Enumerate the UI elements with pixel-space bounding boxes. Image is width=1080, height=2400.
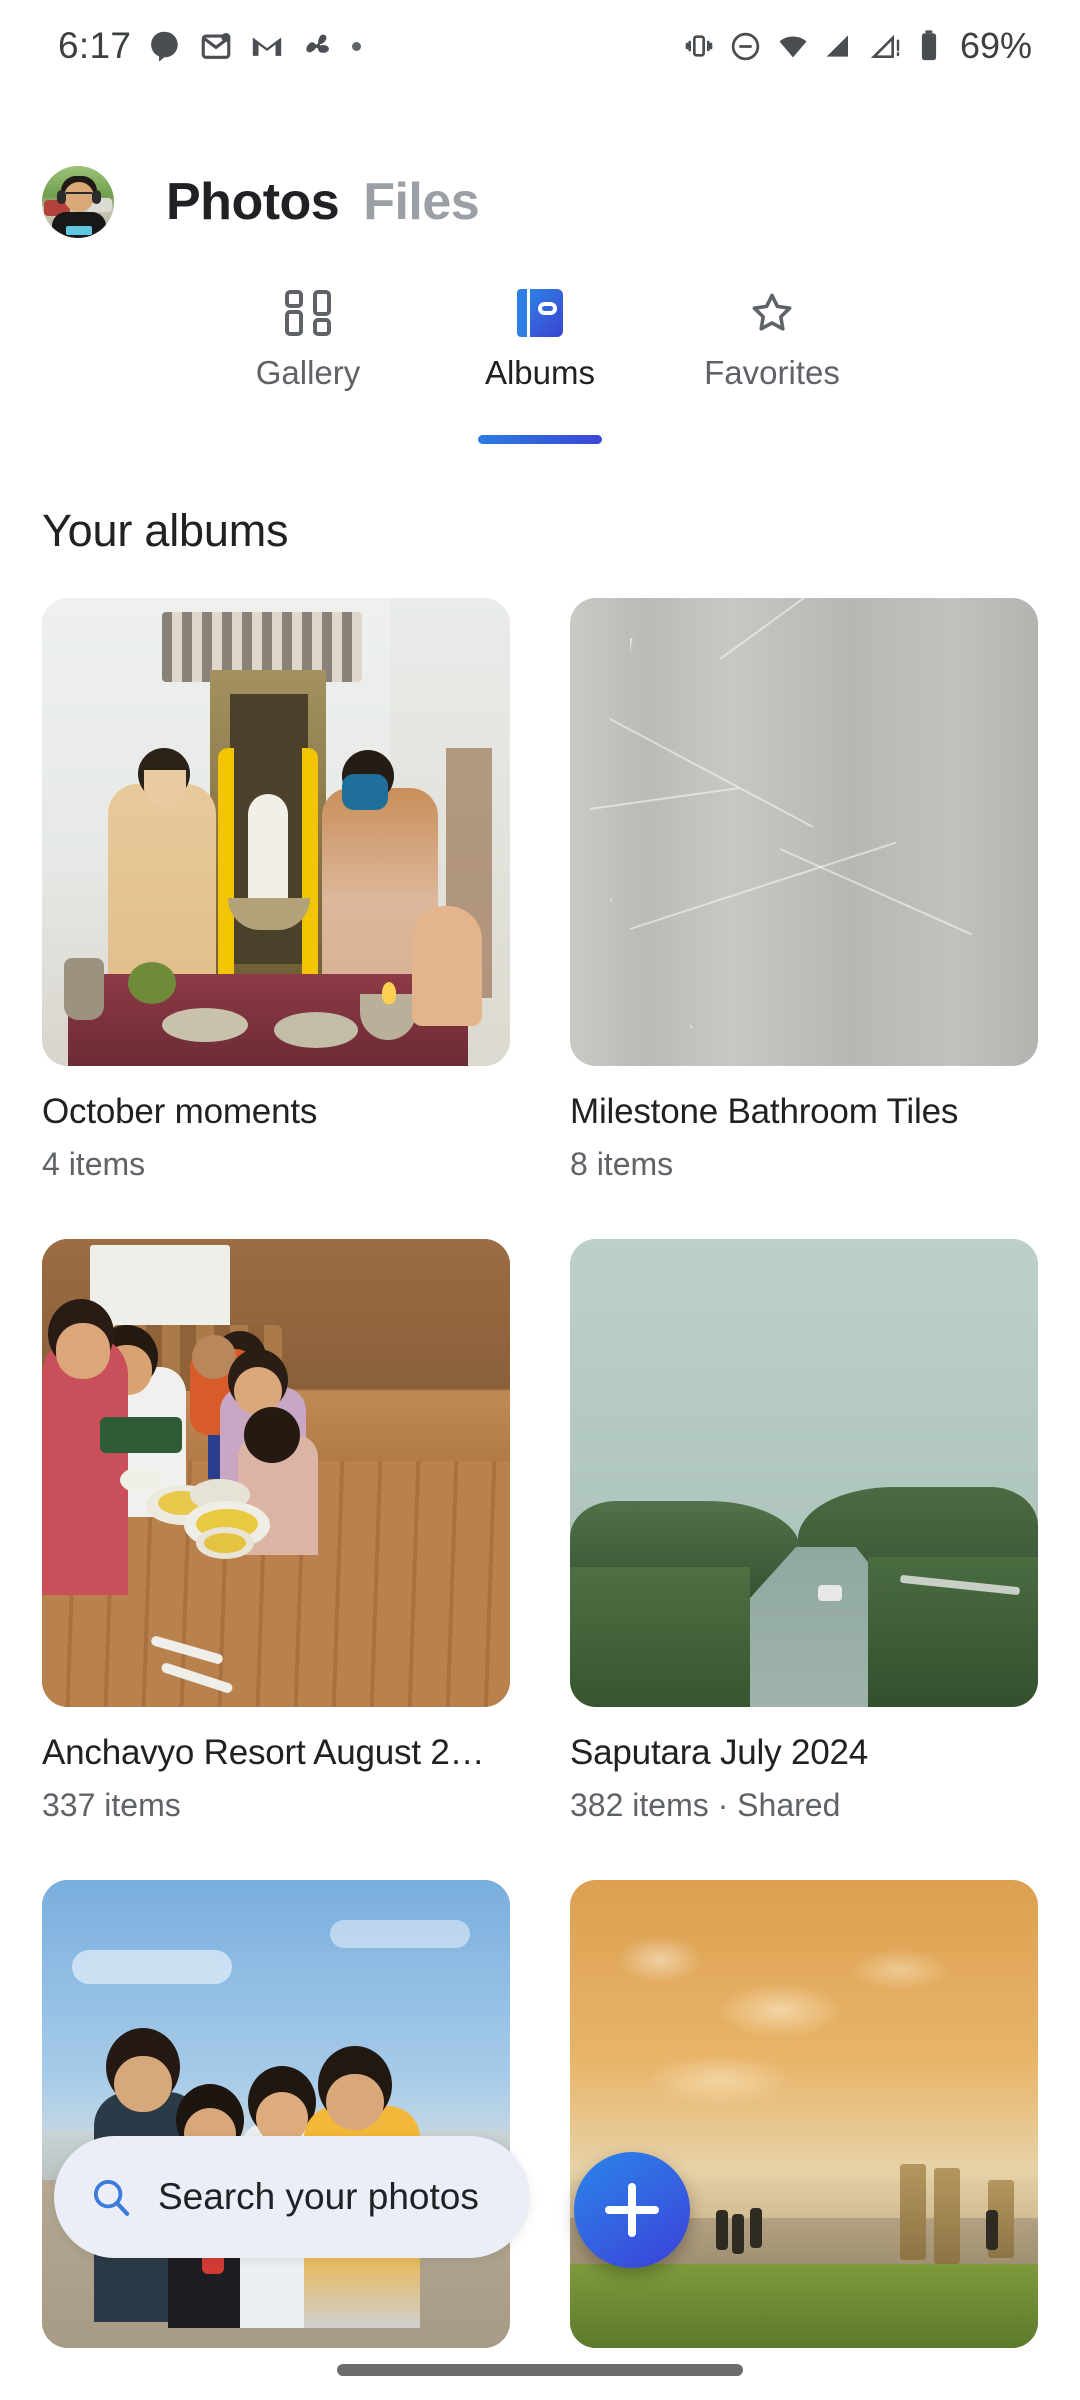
- app-header: Photos Files: [0, 150, 1080, 254]
- album-book-icon: [517, 284, 563, 342]
- album-card[interactable]: [42, 1880, 510, 2348]
- status-bar: 6:17 69%: [0, 0, 1080, 92]
- album-title: Milestone Bathroom Tiles: [570, 1092, 959, 1131]
- battery-icon: [916, 29, 942, 63]
- tab-gallery[interactable]: Gallery: [192, 284, 424, 434]
- misty-green-road-photo: [570, 1239, 1038, 1707]
- battery-percent: 69%: [959, 25, 1032, 66]
- wifi-icon: [776, 29, 810, 63]
- album-thumbnail[interactable]: [570, 598, 1038, 1066]
- search-icon: [88, 2174, 134, 2220]
- plus-icon-vertical: [628, 2183, 636, 2237]
- add-button[interactable]: [574, 2152, 690, 2268]
- album-title: Saputara July 2024: [570, 1733, 869, 1772]
- chat-bubble-icon: [148, 29, 182, 63]
- album-subtitle: 337 items: [42, 1787, 181, 1823]
- signal-off-icon: [870, 30, 902, 62]
- row-spacer: [570, 1183, 1038, 1239]
- mail-open-icon: [199, 29, 233, 63]
- search-input[interactable]: Search your photos: [54, 2136, 530, 2258]
- family-dining-table-photo: [42, 1239, 510, 1707]
- album-thumbnail[interactable]: [570, 1239, 1038, 1707]
- album-title: October moments: [42, 1092, 318, 1131]
- album-thumbnail[interactable]: [42, 1239, 510, 1707]
- tab-favorites[interactable]: Favorites: [656, 284, 888, 434]
- album-card[interactable]: Anchavyo Resort August 2… 337 items: [42, 1239, 510, 1824]
- pinwheel-icon: [301, 29, 335, 63]
- album-card[interactable]: Saputara July 2024 382 items · Shared: [570, 1239, 1038, 1824]
- do-not-disturb-icon: [729, 30, 762, 63]
- active-tab-indicator: [478, 435, 602, 444]
- album-card[interactable]: Milestone Bathroom Tiles 8 items: [570, 598, 1038, 1183]
- tab-albums[interactable]: Albums: [424, 284, 656, 444]
- gesture-nav-bar[interactable]: [337, 2364, 743, 2376]
- puja-ceremony-photo: [42, 598, 510, 1066]
- row-spacer: [570, 1824, 1038, 1880]
- row-spacer: [42, 1183, 510, 1239]
- photos-title[interactable]: Photos: [166, 172, 340, 232]
- status-bar-left: 6:17: [58, 25, 362, 67]
- dot-icon: [352, 41, 362, 51]
- album-card[interactable]: October moments 4 items: [42, 598, 510, 1183]
- sunset-pier-beach-photo: [570, 1880, 1038, 2348]
- gmail-icon: [250, 29, 284, 63]
- signal-bars-icon: [824, 30, 856, 62]
- status-time: 6:17: [58, 25, 132, 66]
- title-toggle: Photos Files: [166, 172, 480, 232]
- status-bar-right: 69%: [683, 25, 1032, 67]
- album-title: Anchavyo Resort August 2…: [42, 1733, 485, 1772]
- album-subtitle: 4 items: [42, 1146, 146, 1182]
- page-title: Your albums: [42, 505, 289, 556]
- album-card[interactable]: [570, 1880, 1038, 2348]
- avatar[interactable]: [42, 166, 114, 238]
- row-spacer: [42, 1824, 510, 1880]
- album-thumbnail[interactable]: [42, 1880, 510, 2348]
- album-subtitle: 8 items: [570, 1146, 674, 1182]
- tab-favorites-label: Favorites: [704, 354, 840, 391]
- beach-friends-group-photo: [42, 1880, 510, 2348]
- vibrate-icon: [683, 30, 715, 62]
- tab-bar: Gallery Albums Favorites: [0, 284, 1080, 444]
- tab-gallery-label: Gallery: [255, 354, 361, 391]
- album-thumbnail[interactable]: [42, 598, 510, 1066]
- star-icon: [747, 284, 797, 342]
- search-placeholder: Search your photos: [158, 2176, 479, 2217]
- gray-marble-tile-photo: [570, 598, 1038, 1066]
- album-thumbnail[interactable]: [570, 1880, 1038, 2348]
- tab-albums-label: Albums: [484, 354, 596, 391]
- grid-icon: [285, 284, 331, 342]
- files-title[interactable]: Files: [363, 172, 480, 232]
- photos-app-screen: 6:17 69% Photos Files Gallery Albums Fav…: [0, 0, 1080, 2400]
- album-grid: October moments 4 items Milestone Bathro…: [42, 598, 1038, 2348]
- album-subtitle: 382 items · Shared: [570, 1787, 841, 1823]
